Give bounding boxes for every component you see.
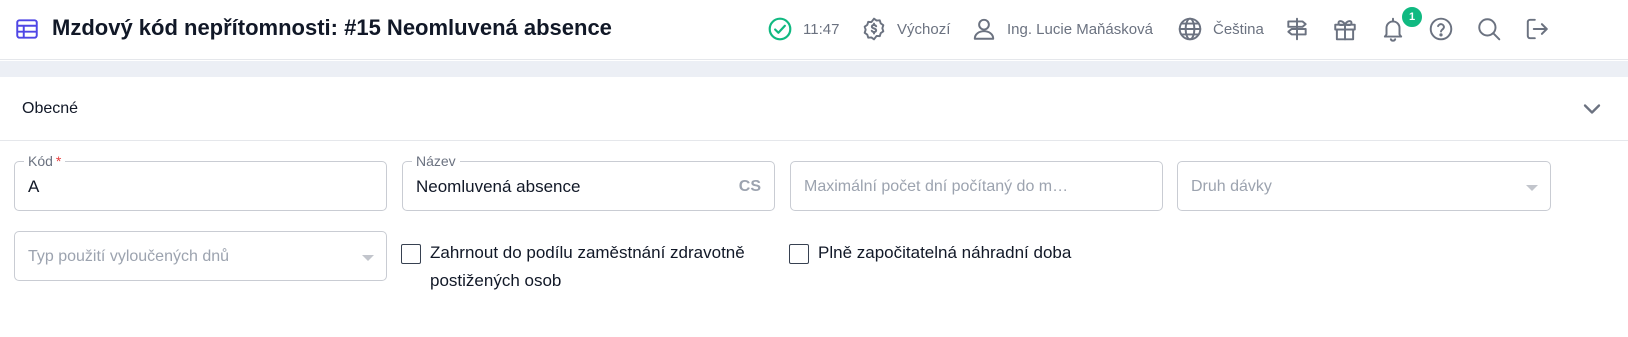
logout-button[interactable] (1522, 14, 1552, 44)
druh-davky-select[interactable]: Druh dávky (1177, 161, 1551, 211)
signpost-icon (1287, 17, 1307, 41)
plne-checkbox[interactable]: Plně započitatelná náhradní doba (789, 239, 1109, 267)
search-button[interactable] (1474, 14, 1504, 44)
top-bar: Mzdový kód nepřítomnosti: #15 Neomluvená… (0, 0, 1628, 60)
user-name: Ing. Lucie Maňásková (1007, 20, 1153, 38)
dropdown-caret-icon (1526, 185, 1538, 191)
zahrnout-label-line2: postižených osob (430, 271, 562, 290)
dollar-badge-icon (863, 17, 885, 41)
zahrnout-label-line1: Zahrnout do podílu zaměstnání zdravotně (430, 243, 745, 262)
table-icon (16, 19, 38, 39)
language-label: Čeština (1213, 20, 1264, 38)
notifications-button[interactable] (1378, 14, 1408, 44)
kod-value: A (28, 177, 40, 196)
plne-label: Plně započitatelná náhradní doba (818, 243, 1072, 262)
kod-field[interactable]: Kód * A (14, 152, 387, 211)
currency-label: Výchozí (897, 20, 951, 38)
search-icon (1478, 18, 1501, 41)
user-icon (973, 18, 995, 40)
section-header[interactable]: Obecné (0, 77, 1628, 141)
roadmap-button[interactable] (1282, 14, 1312, 44)
form-card: Obecné Kód * A Název Neomluvená absence C… (0, 77, 1628, 337)
dropdown-caret-icon (362, 255, 374, 261)
language-suffix[interactable]: CS (739, 176, 761, 198)
check-circle-icon (768, 17, 792, 41)
logout-icon (1526, 18, 1548, 40)
page-title: Mzdový kód nepřítomnosti: #15 Neomluvená… (52, 15, 612, 40)
language-selector[interactable]: Čeština (1177, 14, 1264, 44)
typ-pouziti-select[interactable]: Typ použití vyloučených dnů (14, 231, 387, 281)
header-separator (0, 61, 1628, 77)
max-days-placeholder: Maximální počet dní počítaný do m… (804, 178, 1069, 195)
max-days-field[interactable]: Maximální počet dní počítaný do m… (790, 161, 1163, 211)
nazev-label: Název (412, 152, 460, 170)
user-menu[interactable]: Ing. Lucie Maňásková (971, 14, 1153, 44)
gift-icon (1334, 20, 1356, 41)
required-mark: * (55, 153, 62, 169)
globe-icon (1178, 17, 1202, 41)
druh-davky-placeholder: Druh dávky (1191, 178, 1272, 195)
kod-label-text: Kód (28, 153, 53, 169)
help-icon (1429, 17, 1453, 41)
typ-pouziti-placeholder: Typ použití vyloučených dnů (28, 248, 230, 265)
zahrnout-checkbox[interactable]: Zahrnout do podílu zaměstnání zdravotně p… (401, 239, 771, 295)
help-button[interactable] (1426, 14, 1456, 44)
session-time: 11:47 (767, 14, 839, 44)
checkbox-box[interactable] (401, 244, 421, 264)
news-button[interactable] (1330, 14, 1360, 44)
kod-label: Kód * (24, 152, 66, 170)
currency-selector[interactable]: Výchozí (861, 14, 950, 44)
zahrnout-label: Zahrnout do podílu zaměstnání zdravotně p… (430, 239, 745, 295)
chevron-down-icon[interactable] (1578, 95, 1606, 123)
time-label: 11:47 (803, 20, 840, 38)
bell-icon (1383, 17, 1403, 42)
nazev-value: Neomluvená absence (416, 177, 581, 196)
nazev-field[interactable]: Název Neomluvená absence CS (402, 152, 775, 211)
checkbox-box[interactable] (789, 244, 809, 264)
section-title: Obecné (22, 100, 79, 117)
